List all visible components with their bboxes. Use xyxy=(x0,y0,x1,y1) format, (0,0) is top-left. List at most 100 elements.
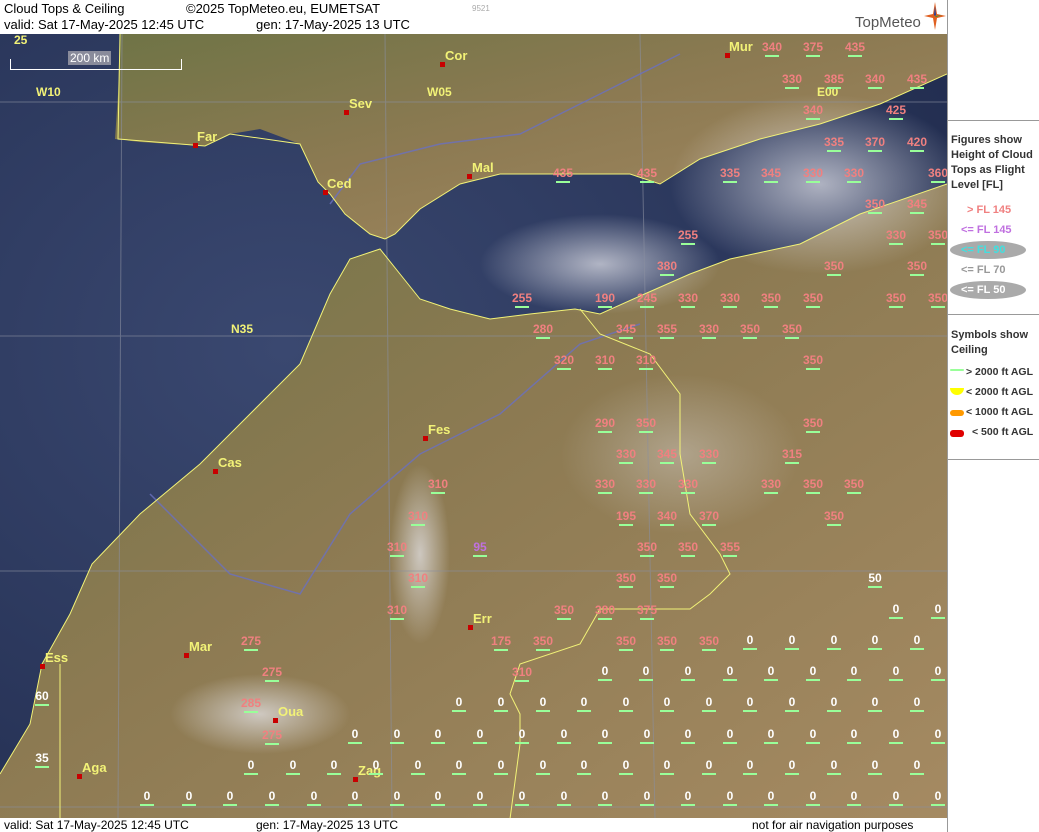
ceiling-symbol xyxy=(889,679,903,681)
ceiling-symbol xyxy=(494,773,508,775)
ceiling-symbol xyxy=(681,243,695,245)
satellite-map[interactable]: 200 km 25 W10 W05 E00 N35 Cor Mur Sev Fa… xyxy=(0,34,947,819)
city-far: Far xyxy=(197,129,218,144)
ceiling-zero-value: 0 xyxy=(746,758,754,772)
ceiling-symbol xyxy=(619,649,633,651)
ceiling-zero-value: 0 xyxy=(351,789,359,803)
ceiling-zero-value: 0 xyxy=(767,727,775,741)
product-title: Cloud Tops & Ceiling xyxy=(4,1,125,16)
ceiling-symbol xyxy=(598,431,612,433)
ceiling-symbol xyxy=(931,181,945,183)
ceiling-zero-value: 0 xyxy=(663,695,671,709)
cloud-top-value: 360 xyxy=(927,166,947,180)
cloud-top-value: 330 xyxy=(677,291,699,305)
cloud-top-value: 350 xyxy=(656,571,678,585)
ceiling-symbol xyxy=(140,804,154,806)
cloud-top-value: 350 xyxy=(760,291,782,305)
ceiling-zero-value: 0 xyxy=(476,789,484,803)
ceiling-symbol xyxy=(660,649,674,651)
cloud-top-value: 350 xyxy=(553,603,575,617)
ceiling-symbol xyxy=(660,337,674,339)
ceiling-zero-value: 0 xyxy=(226,789,234,803)
ceiling-symbol xyxy=(681,306,695,308)
ceiling-zero-value: 0 xyxy=(892,664,900,678)
ceiling-symbol xyxy=(868,150,882,152)
ceiling-symbol xyxy=(494,710,508,712)
ceiling-zero-value: 0 xyxy=(788,633,796,647)
ceiling-symbol xyxy=(785,462,799,464)
ceiling-symbol xyxy=(452,773,466,775)
ceiling-zero-value: 0 xyxy=(850,727,858,741)
ceiling-symbol xyxy=(931,306,945,308)
cloud-top-value: 340 xyxy=(656,509,678,523)
cloud-top-value: 255 xyxy=(511,291,533,305)
ceiling-symbol xyxy=(764,492,778,494)
ceiling-symbol xyxy=(369,773,383,775)
ceiling-symbol xyxy=(639,492,653,494)
cloud-top-value: 350 xyxy=(781,322,803,336)
topmeteo-logo: TopMeteo xyxy=(855,14,921,31)
ceiling-symbol xyxy=(598,368,612,370)
ceiling-zero-value: 0 xyxy=(913,695,921,709)
ceiling-zero-value: 0 xyxy=(830,695,838,709)
cloud-top-value: 330 xyxy=(635,477,657,491)
ceiling-symbol xyxy=(806,431,820,433)
cloud-top-value: 350 xyxy=(885,291,907,305)
ceiling-symbol xyxy=(723,679,737,681)
ceiling-symbol xyxy=(910,150,924,152)
ceiling-zero-value: 0 xyxy=(871,695,879,709)
ceiling-zero-value: 0 xyxy=(871,758,879,772)
cloud-top-value: 380 xyxy=(594,603,616,617)
ceiling-symbol xyxy=(848,55,862,57)
cloud-top-value: 310 xyxy=(386,540,408,554)
ceiling-zero-value: 0 xyxy=(622,758,630,772)
ceiling-symbol xyxy=(473,742,487,744)
legend-divider xyxy=(948,314,1039,315)
ceiling-symbol xyxy=(847,679,861,681)
legend-symbol-red xyxy=(950,430,964,437)
ceiling-symbol xyxy=(723,742,737,744)
ceiling-symbol xyxy=(702,462,716,464)
ceiling-symbol xyxy=(723,804,737,806)
cloud-top-value: 330 xyxy=(698,447,720,461)
cloud-top-value: 350 xyxy=(906,259,928,273)
ceiling-zero-value: 0 xyxy=(934,664,942,678)
ceiling-symbol xyxy=(619,710,633,712)
grid-label-w10: W10 xyxy=(36,85,61,99)
legend-divider xyxy=(948,459,1039,460)
cloud-top-value: 420 xyxy=(906,135,928,149)
ceiling-zero-value: 0 xyxy=(663,758,671,772)
ceiling-symbol xyxy=(764,181,778,183)
cloud-top-value: 310 xyxy=(635,353,657,367)
ceiling-symbol xyxy=(640,555,654,557)
ceiling-zero-value: 0 xyxy=(892,727,900,741)
ceiling-symbol xyxy=(431,742,445,744)
ceiling-zero-value: 0 xyxy=(414,758,422,772)
ceiling-symbol xyxy=(785,87,799,89)
ceiling-zero-value: 0 xyxy=(580,695,588,709)
cloud-top-value: 290 xyxy=(594,416,616,430)
legend-symbol-yellow xyxy=(950,388,964,395)
ceiling-zero-value: 0 xyxy=(788,695,796,709)
ceiling-symbol xyxy=(390,555,404,557)
ceiling-zero-value: 0 xyxy=(913,633,921,647)
ceiling-symbol xyxy=(806,118,820,120)
cloud-top-value: 350 xyxy=(802,477,824,491)
ceiling-symbol xyxy=(390,618,404,620)
cloud-top-value: 330 xyxy=(594,477,616,491)
cloud-top-value: 350 xyxy=(698,634,720,648)
ceiling-symbol xyxy=(598,742,612,744)
ceiling-symbol xyxy=(557,368,571,370)
cloud-top-value: 345 xyxy=(615,322,637,336)
legend-ceiling-lt500: < 500 ft AGL xyxy=(972,426,1034,438)
ceiling-symbol xyxy=(681,492,695,494)
ceiling-symbol xyxy=(265,743,279,745)
ceiling-symbol xyxy=(868,212,882,214)
ceiling-symbol xyxy=(390,804,404,806)
cloud-top-value: 330 xyxy=(885,228,907,242)
city-oua: Oua xyxy=(278,704,304,719)
ceiling-symbol xyxy=(640,181,654,183)
ceiling-symbol xyxy=(660,773,674,775)
ceiling-symbol xyxy=(806,55,820,57)
ceiling-symbol xyxy=(640,742,654,744)
